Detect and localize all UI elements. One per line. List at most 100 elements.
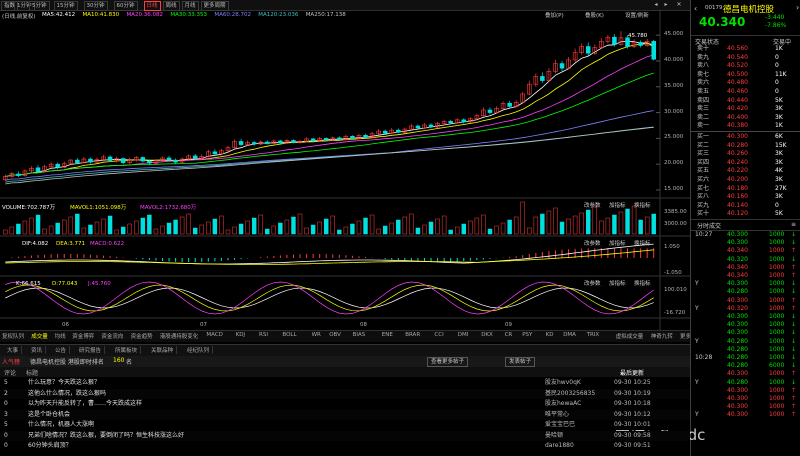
pbtn-vol-btn-1[interactable]: 加指标: [609, 201, 626, 209]
indicator-tab-6[interactable]: 港股通持股变化: [160, 332, 199, 340]
news-author[interactable]: 唯平常心: [545, 410, 569, 420]
ask-row[interactable]: 卖二 40.400 3K: [691, 114, 800, 121]
indicator-tab-9[interactable]: RSI: [259, 332, 268, 338]
pbtn-vol-btn-2[interactable]: 换指标: [634, 201, 651, 209]
pbtn-macd-btn-1[interactable]: 加指标: [609, 239, 626, 247]
indicator-tab-11[interactable]: WR: [312, 332, 321, 338]
news-author[interactable]: 曼哈顿: [545, 431, 563, 441]
candle-body[interactable]: [140, 157, 146, 162]
news-author[interactable]: 股友hwv0qK: [545, 378, 581, 388]
candle-body[interactable]: [638, 42, 643, 46]
news-author[interactable]: 基民2003256835: [545, 389, 595, 399]
candle-body[interactable]: [448, 121, 453, 124]
candle-body[interactable]: [559, 63, 565, 69]
chart-top-button-0[interactable]: 叠加(P): [545, 11, 564, 19]
candle-body[interactable]: [487, 109, 493, 113]
news-row[interactable]: 5 什么玩意？今天跌这么狠？ 股友hwv0qK 09-30 10:25: [0, 378, 690, 388]
news-title[interactable]: 这是个卧仓机会: [28, 410, 70, 420]
ask-row[interactable]: 卖十 40.560 1K: [691, 45, 800, 52]
pbtn-vol-btn-0[interactable]: 改参数: [584, 201, 601, 209]
candle-body[interactable]: [323, 138, 329, 141]
indicator-tab-8[interactable]: KDJ: [236, 332, 245, 338]
news-author[interactable]: dare1880: [545, 441, 574, 451]
news-title[interactable]: 什么玩意？今天跌这么狠？: [28, 378, 100, 388]
bid-row[interactable]: 买三 40.260 3K: [691, 150, 800, 157]
candle-body[interactable]: [585, 46, 591, 54]
news-row[interactable]: 5 什么情况，机器人大涨啊 爱宝宝巴巴 09-30 10:01: [0, 420, 690, 430]
candle-body[interactable]: [363, 134, 368, 138]
candle-body[interactable]: [291, 140, 296, 143]
candle-body[interactable]: [173, 159, 178, 163]
news-title[interactable]: 兄弟们啥情况？跌这么狠，要倒闭了吗？恒生科技涨这么好: [28, 431, 184, 441]
indicator-tab-4[interactable]: 资金流向: [101, 332, 123, 340]
chart-top-button-1[interactable]: 叠股(K): [585, 11, 604, 19]
candle-body[interactable]: [16, 173, 21, 176]
candle-body[interactable]: [147, 160, 152, 164]
post-button[interactable]: 发表帖子: [505, 357, 536, 367]
candle-body[interactable]: [651, 41, 656, 60]
bid-row[interactable]: 买七 40.180 27K: [691, 185, 800, 192]
candle-body[interactable]: [278, 140, 283, 144]
col-last-updated[interactable]: 最后更新: [620, 368, 644, 377]
indicator-tab-18[interactable]: DKX: [481, 332, 493, 338]
news-author[interactable]: 股友hewaAC: [545, 399, 581, 409]
ask-row[interactable]: 卖六 40.480 0: [691, 79, 800, 86]
pbtn-kdj-btn-2[interactable]: 换指标: [634, 279, 651, 287]
more-posts-button[interactable]: 查看更多帖子: [427, 357, 469, 367]
candle-body[interactable]: [415, 125, 421, 129]
pbtn-kdj-btn-0[interactable]: 改参数: [584, 279, 601, 287]
news-tab-1[interactable]: 资讯: [28, 346, 47, 354]
candle-body[interactable]: [166, 157, 172, 161]
candle-body[interactable]: [88, 158, 93, 163]
candle-body[interactable]: [238, 141, 244, 145]
candle-body[interactable]: [120, 158, 126, 163]
candle-body[interactable]: [507, 102, 512, 107]
candle-body[interactable]: [310, 138, 316, 142]
ask-row[interactable]: 卖四 40.440 5K: [691, 97, 800, 104]
news-row[interactable]: 0 兄弟们啥情况？跌这么狠，要倒闭了吗？恒生科技涨这么好 曼哈顿 09-30 09:5…: [0, 430, 690, 441]
news-title[interactable]: 60分钟头肩顶？: [28, 441, 72, 451]
ask-row[interactable]: 卖一 40.380 1K: [691, 122, 800, 129]
indicator-tab-10[interactable]: BOLL: [282, 332, 296, 338]
indicator-tab-12[interactable]: OBV: [329, 332, 341, 338]
bid-row[interactable]: 买十 40.120 5K: [691, 210, 800, 217]
indicator-tab-20[interactable]: PSY: [522, 332, 532, 338]
candle-body[interactable]: [612, 36, 617, 45]
candle-body[interactable]: [337, 137, 342, 140]
candle-body[interactable]: [540, 76, 545, 81]
news-tab-4[interactable]: 所属板块: [112, 346, 142, 354]
forward-icon[interactable]: ›: [796, 3, 799, 12]
candle-body[interactable]: [382, 130, 388, 134]
ask-row[interactable]: 卖五 40.460 0: [691, 88, 800, 95]
indicator-tab-1[interactable]: 成交量: [31, 332, 48, 340]
candle-body[interactable]: [265, 141, 270, 144]
indicator-tab-19[interactable]: CR: [505, 332, 513, 338]
indicator-tab-15[interactable]: BRAR: [405, 332, 420, 338]
candle-body[interactable]: [107, 156, 113, 161]
news-author[interactable]: 爱宝宝巴巴: [545, 420, 575, 430]
back-icon[interactable]: ‹: [694, 4, 697, 13]
indicator-tab-16[interactable]: CCI: [434, 332, 443, 338]
next-icon[interactable]: ▸: [662, 1, 670, 9]
bid-row[interactable]: 买一 40.300 6K: [691, 133, 800, 140]
prev-icon[interactable]: ◂: [652, 1, 660, 9]
indicator-tab-3[interactable]: 资金博弈: [72, 332, 94, 340]
bid-row[interactable]: 买五 40.220 4K: [691, 167, 800, 174]
candle-body[interactable]: [625, 37, 630, 47]
ask-row[interactable]: 卖七 40.500 11K: [691, 71, 800, 78]
indicator-tab-24[interactable]: 虚拟成交量: [616, 332, 644, 340]
pbtn-kdj-btn-1[interactable]: 加指标: [609, 279, 626, 287]
news-tab-5[interactable]: 关联品种: [148, 346, 178, 354]
pbtn-macd-btn-2[interactable]: 换指标: [634, 239, 651, 247]
candle-body[interactable]: [35, 167, 41, 172]
news-title[interactable]: 什么情况，机器人大涨啊: [28, 420, 94, 430]
indicator-tab-0[interactable]: 复权队列: [2, 332, 24, 340]
indicator-tab-5[interactable]: 资金趋势: [131, 332, 153, 340]
indicator-tab-13[interactable]: BIAS: [353, 332, 366, 338]
indicator-tab-17[interactable]: DMI: [458, 332, 469, 338]
indicator-tab-21[interactable]: KD: [546, 332, 554, 338]
indicator-tab-7[interactable]: MACD: [206, 332, 223, 338]
kline-chart-area[interactable]: (日线,前复权) MA5:42.412 MA10:41.830 MA20:36.08…: [0, 10, 690, 330]
candle-body[interactable]: [461, 119, 467, 123]
news-tab-0[interactable]: 大事: [4, 346, 23, 354]
